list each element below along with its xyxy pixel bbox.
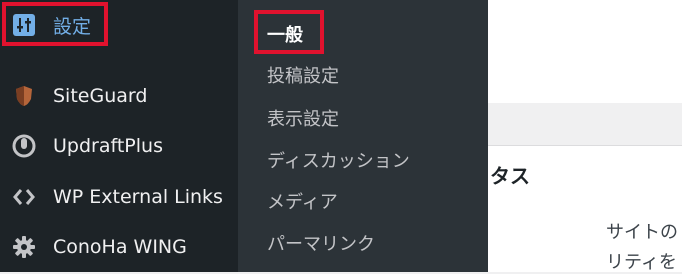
submenu-item-media[interactable]: メディア [267, 188, 338, 214]
highlight-box-settings [2, 2, 108, 46]
siteguard-shield-icon [12, 84, 36, 108]
sidebar-item-conoha-wing[interactable]: ConoHa WING [0, 222, 238, 272]
external-links-icon [12, 185, 36, 209]
description-line-2: リティを [606, 252, 677, 273]
description-line-1: サイトの [606, 222, 678, 243]
submenu-item-permalinks[interactable]: パーマリンク [267, 230, 375, 256]
submenu-item-discussion[interactable]: ディスカッション [267, 147, 410, 173]
main-content: タス サイトの リティを [488, 0, 682, 273]
section-heading: タス [490, 164, 530, 188]
sidebar-item-label: UpdraftPlus [53, 135, 163, 157]
sidebar-item-label: WP External Links [53, 186, 223, 208]
settings-submenu: 一般 投稿設定 表示設定 ディスカッション メディア パーマリンク [238, 0, 488, 272]
submenu-item-writing[interactable]: 投稿設定 [267, 62, 339, 88]
highlight-box-general [254, 10, 324, 54]
sidebar-item-wp-external-links[interactable]: WP External Links [0, 172, 238, 222]
sidebar-item-label: SiteGuard [53, 85, 148, 107]
content-band [488, 103, 682, 146]
sidebar-item-updraftplus[interactable]: UpdraftPlus [0, 121, 238, 171]
sidebar-item-label: ConoHa WING [53, 236, 187, 258]
sidebar-item-siteguard[interactable]: SiteGuard [0, 71, 238, 121]
updraftplus-icon [12, 134, 36, 158]
gear-icon [12, 235, 36, 259]
admin-sidebar: 設定 SiteGuard UpdraftPlus WP External Lin… [0, 0, 238, 272]
submenu-item-reading[interactable]: 表示設定 [267, 105, 339, 131]
